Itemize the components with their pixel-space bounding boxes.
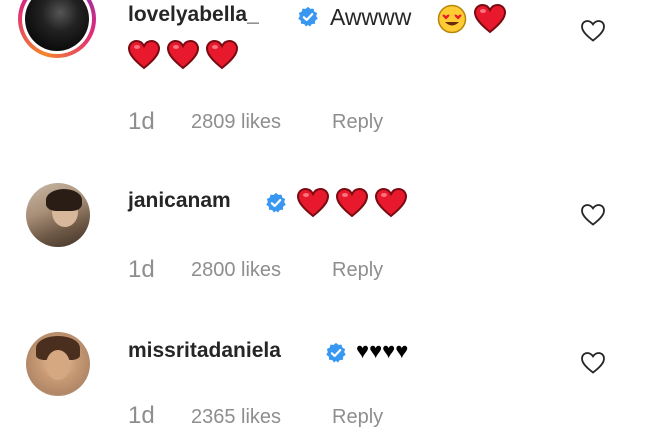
comment-text: Awwww: [330, 4, 412, 30]
like-count[interactable]: 2800 likes: [191, 259, 281, 282]
comment-text: ♥♥♥♥: [356, 338, 409, 363]
red-heart-emoji: [474, 4, 506, 34]
red-heart-emoji: [297, 188, 329, 218]
reply-button[interactable]: Reply: [332, 406, 383, 429]
verified-badge-icon: [265, 192, 287, 214]
avatar[interactable]: [26, 332, 90, 396]
like-heart-outline-icon[interactable]: [580, 19, 606, 43]
like-count[interactable]: 2809 likes: [191, 111, 281, 134]
avatar[interactable]: [26, 183, 90, 247]
reply-button[interactable]: Reply: [332, 259, 383, 282]
avatar[interactable]: [18, 0, 96, 58]
heart-eyes-emoji: [437, 4, 467, 34]
red-heart-emoji: [336, 188, 368, 218]
red-heart-emoji: [167, 40, 199, 70]
comment-username[interactable]: missritadaniela: [128, 339, 281, 363]
comment-item: janicanam 1d 2800 likes Reply: [0, 150, 652, 300]
comment-item: missritadaniela ♥♥♥♥ 1d 2365 likes Reply: [0, 300, 652, 440]
red-heart-emoji: [206, 40, 238, 70]
verified-badge-icon: [297, 6, 319, 28]
like-heart-outline-icon[interactable]: [580, 351, 606, 375]
comment-timestamp[interactable]: 1d: [128, 108, 155, 136]
verified-badge-icon: [325, 342, 347, 364]
comment-timestamp[interactable]: 1d: [128, 256, 155, 284]
red-heart-emoji: [128, 40, 160, 70]
comment-username[interactable]: janicanam: [128, 189, 231, 213]
comment-username[interactable]: lovelyabella_: [128, 3, 259, 27]
like-count[interactable]: 2365 likes: [191, 406, 281, 429]
comment-timestamp[interactable]: 1d: [128, 402, 155, 430]
comment-item: lovelyabella_ Awwww 1d 2809 likes Reply: [0, 0, 652, 150]
red-heart-emoji: [375, 188, 407, 218]
like-heart-outline-icon[interactable]: [580, 203, 606, 227]
reply-button[interactable]: Reply: [332, 111, 383, 134]
